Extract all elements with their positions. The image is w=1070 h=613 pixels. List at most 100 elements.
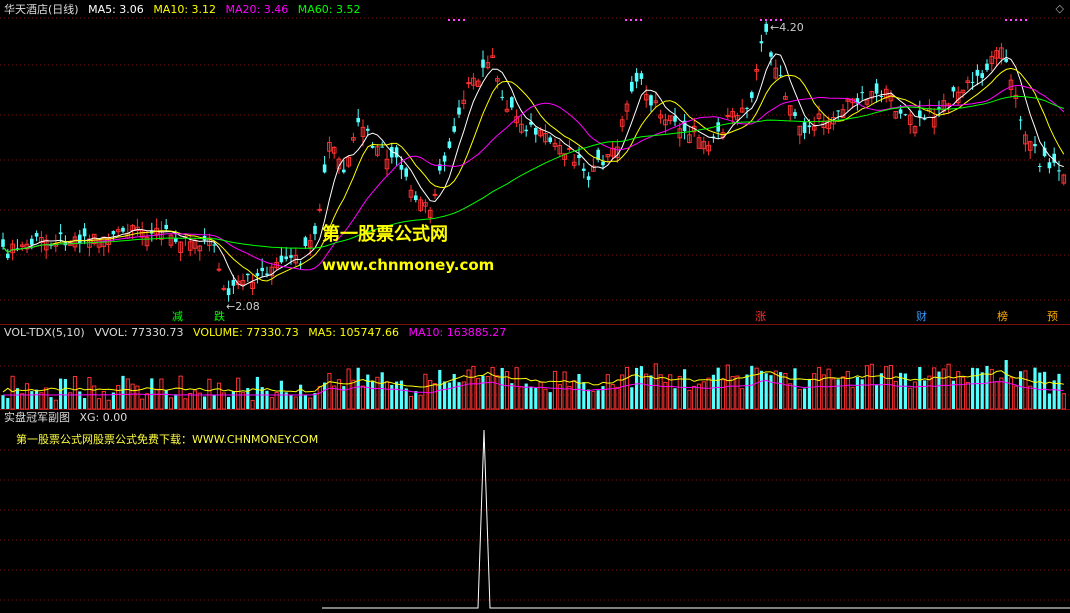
volume-bar xyxy=(130,383,135,410)
candle-body xyxy=(1038,165,1042,167)
volume-bar xyxy=(750,365,754,409)
candle-body xyxy=(399,165,404,170)
candle-body xyxy=(265,273,269,275)
signal-dot xyxy=(625,19,627,21)
candle-body xyxy=(860,92,864,94)
volume-bar xyxy=(591,390,596,410)
candle-body xyxy=(1057,170,1061,172)
candle-body xyxy=(601,161,605,166)
stock-chart[interactable] xyxy=(0,0,1070,613)
volume-bar xyxy=(351,379,356,410)
volume-bar xyxy=(500,367,504,409)
volume-bar xyxy=(336,379,342,410)
candle-body xyxy=(30,238,34,245)
candle-body xyxy=(58,232,63,235)
volume-bar xyxy=(529,386,533,409)
candle-body xyxy=(937,107,941,109)
volume-bar xyxy=(764,373,768,409)
volume-bar xyxy=(644,373,649,410)
volume-bar xyxy=(308,397,313,410)
volume-bar xyxy=(289,395,293,409)
volume-bar xyxy=(313,393,317,409)
volume-bar xyxy=(552,370,558,410)
volume-bar xyxy=(836,379,840,409)
volume-bar xyxy=(908,387,913,410)
volume-bar xyxy=(706,377,711,410)
candle-body xyxy=(1004,58,1008,62)
volume-bar xyxy=(366,374,370,409)
candle-body xyxy=(630,81,634,92)
candle-body xyxy=(317,208,323,211)
volume-bar xyxy=(932,367,937,410)
volume-bar xyxy=(971,367,975,409)
candle-body xyxy=(121,227,125,232)
volume-bar xyxy=(918,366,922,409)
volume-bar xyxy=(174,394,178,409)
volume-bar xyxy=(207,378,212,410)
signal-dot xyxy=(640,19,642,21)
candle-body xyxy=(500,96,504,98)
volume-bar xyxy=(395,381,399,409)
candle-body xyxy=(442,155,447,162)
volume-bar xyxy=(121,375,125,409)
volume-bar xyxy=(384,381,390,410)
candle-body xyxy=(874,83,879,94)
volume-bar xyxy=(985,365,989,409)
volume-bar xyxy=(783,372,788,410)
candle-body xyxy=(111,231,116,235)
candle-body xyxy=(778,75,783,77)
volume-bar xyxy=(116,384,121,410)
volume-bar xyxy=(519,386,524,410)
volume-bar xyxy=(106,399,111,410)
volume-bar xyxy=(481,375,485,409)
volume-bar xyxy=(941,368,946,410)
candle-body xyxy=(432,193,438,196)
volume-bar xyxy=(154,388,159,410)
volume-bar xyxy=(87,377,92,410)
volume-bar xyxy=(769,375,773,409)
ma5-line xyxy=(2,53,1064,287)
volume-bar xyxy=(197,392,202,410)
candle-body xyxy=(216,268,222,271)
candle-body xyxy=(716,122,720,132)
candle-body xyxy=(836,110,840,112)
candle-body xyxy=(303,237,308,247)
volume-bar xyxy=(840,376,846,410)
volume-bar xyxy=(144,393,150,410)
candle-body xyxy=(1033,143,1037,147)
volume-bar xyxy=(577,373,581,409)
xg-line xyxy=(322,429,1070,609)
volume-bar xyxy=(562,371,567,410)
candle-body xyxy=(750,92,754,98)
candle-body xyxy=(1018,119,1023,121)
candle-body xyxy=(793,112,797,117)
volume-bar xyxy=(673,388,677,409)
volume-bar xyxy=(831,378,836,410)
candle-body xyxy=(466,82,471,85)
volume-bar xyxy=(303,395,307,409)
candle-body xyxy=(174,238,178,242)
volume-bar xyxy=(447,382,451,409)
volume-bar xyxy=(231,391,235,409)
volume-bar xyxy=(788,383,793,410)
volume-bar xyxy=(677,375,682,410)
volume-bar xyxy=(53,399,58,410)
volume-bar xyxy=(250,399,255,410)
signal-dot xyxy=(765,19,767,21)
candle-body xyxy=(414,195,418,201)
volume-bar xyxy=(1043,371,1047,409)
volume-bar xyxy=(735,375,740,410)
signal-dot xyxy=(630,19,632,21)
volume-bar xyxy=(371,380,375,409)
volume-bar xyxy=(692,385,697,410)
volume-bar xyxy=(653,363,658,410)
volume-bar xyxy=(720,379,726,410)
volume-bar xyxy=(327,372,332,410)
signal-dot xyxy=(1005,19,1007,21)
marker-die: 跌 xyxy=(214,310,225,323)
candle-body xyxy=(226,288,231,296)
volume-bar xyxy=(635,367,639,409)
signal-dot xyxy=(448,19,450,21)
volume-bar xyxy=(879,373,883,409)
volume-bar xyxy=(875,384,879,409)
